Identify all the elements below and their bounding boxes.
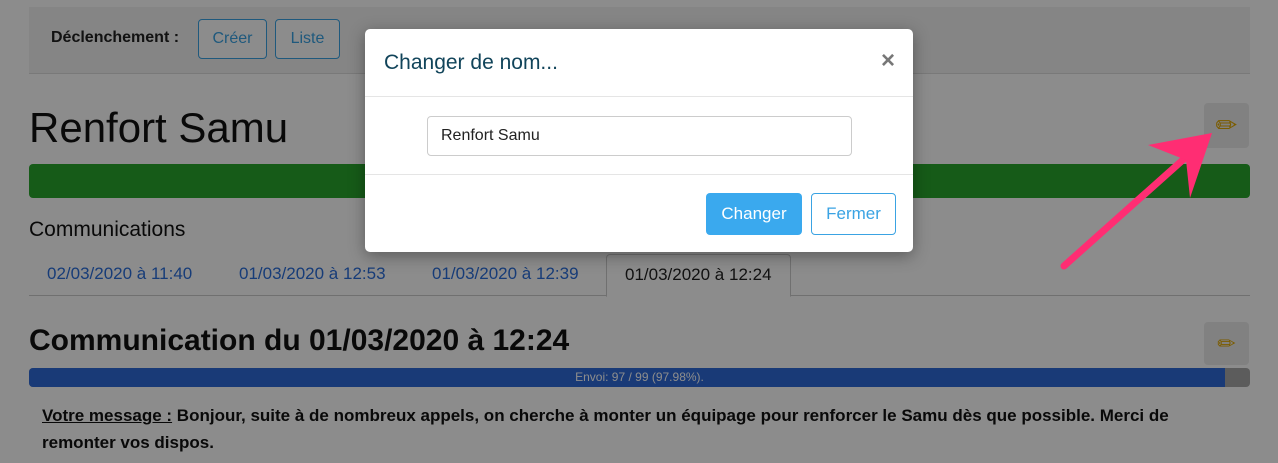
- name-input[interactable]: [427, 116, 852, 156]
- modal-header: Changer de nom... ×: [365, 29, 913, 97]
- modal-footer: Changer Fermer: [365, 176, 913, 252]
- close-icon[interactable]: ×: [877, 47, 899, 75]
- modal-body: [365, 98, 913, 175]
- modal-title: Changer de nom...: [384, 51, 558, 74]
- rename-modal: Changer de nom... × Changer Fermer: [365, 29, 913, 252]
- close-button[interactable]: Fermer: [811, 193, 896, 235]
- page: Déclenchement : Créer Liste Renfort Samu…: [0, 0, 1278, 463]
- change-button[interactable]: Changer: [706, 193, 802, 235]
